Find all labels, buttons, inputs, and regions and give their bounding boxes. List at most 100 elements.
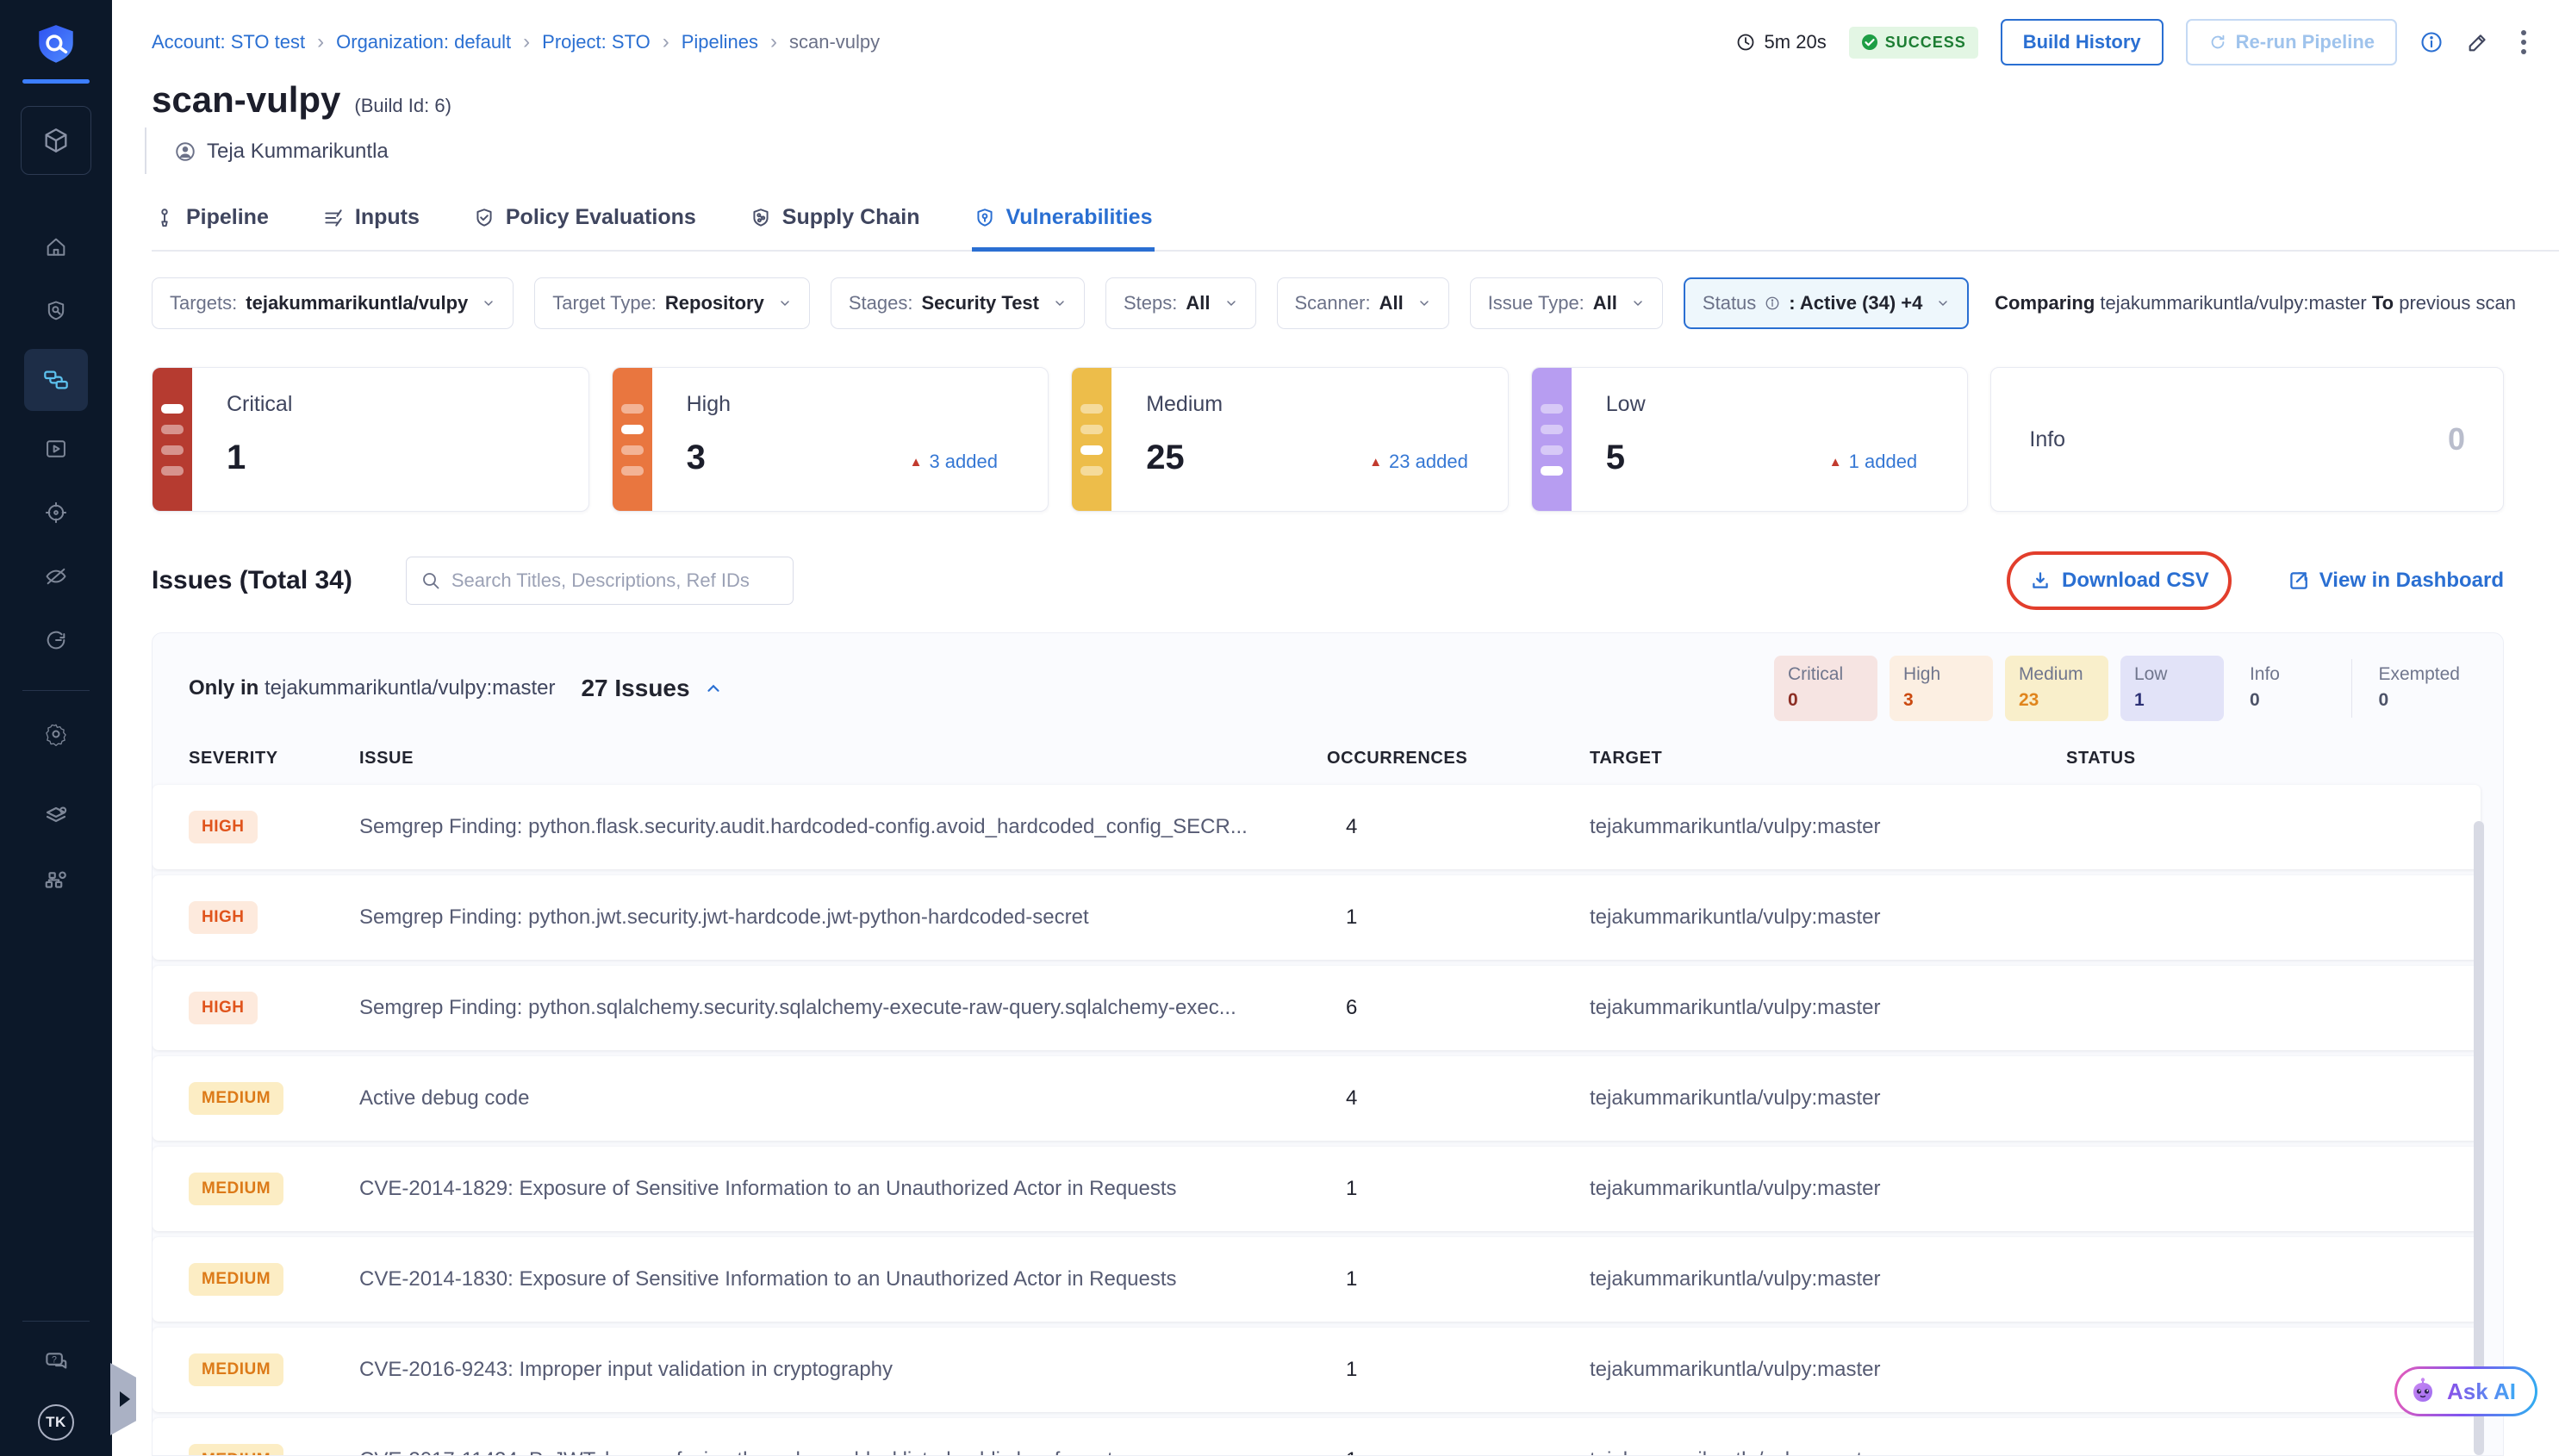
chevron-down-icon (1936, 296, 1950, 310)
tab-supply-chain[interactable]: Supply Chain (748, 193, 922, 252)
filter-value: All (1379, 292, 1404, 314)
filter-status[interactable]: Status : Active (34) +4 (1684, 277, 1969, 329)
issue-title: Semgrep Finding: python.flask.security.a… (359, 815, 1327, 839)
filter-target-type[interactable]: Target Type: Repository (534, 277, 810, 329)
triangle-up-icon: ▲ (1829, 455, 1842, 470)
table-row[interactable]: MEDIUM CVE-2017-11424: PyJWT: key confus… (153, 1418, 2481, 1456)
download-csv-label: Download CSV (2062, 569, 2209, 593)
filter-targets[interactable]: Targets: tejakummarikuntla/vulpy (152, 277, 514, 329)
sidebar-item-exemptions[interactable] (28, 552, 84, 600)
chip-high[interactable]: High 3 (1890, 656, 1993, 721)
severity-badge: MEDIUM (189, 1263, 283, 1296)
occurrences-value: 1 (1327, 1448, 1590, 1456)
sidebar-item-settings[interactable] (28, 710, 84, 758)
target-value: tejakummarikuntla/vulpy:master (1590, 905, 2066, 930)
added-indicator: ▲3 added (910, 451, 998, 473)
status-badge: SUCCESS (1849, 27, 1978, 59)
check-circle-icon (1861, 34, 1878, 51)
module-switcher[interactable] (21, 106, 91, 175)
trigger-author: Teja Kummarikuntla (207, 140, 389, 164)
sidebar-item-default-settings[interactable] (28, 793, 84, 841)
clock-icon (1735, 32, 1756, 53)
chip-exempted[interactable]: Exempted 0 (2364, 656, 2474, 721)
filter-label: Scanner: (1295, 292, 1371, 314)
filter-stages[interactable]: Stages: Security Test (831, 277, 1085, 329)
table-row[interactable]: MEDIUM Active debug code 4 tejakummariku… (153, 1056, 2481, 1141)
breadcrumb-organization[interactable]: Organization: default (336, 31, 511, 53)
harness-sto-logo[interactable] (22, 22, 90, 84)
org-chart-gear-icon (43, 868, 69, 893)
chip-critical[interactable]: Critical 0 (1774, 656, 1877, 721)
collapse-section-chevron[interactable] (704, 679, 723, 698)
user-avatar[interactable]: TK (38, 1404, 74, 1440)
breadcrumb-project[interactable]: Project: STO (542, 31, 651, 53)
page-title: scan-vulpy (152, 79, 340, 121)
sidebar-item-targets[interactable] (28, 488, 84, 537)
sidebar-item-test-targets[interactable] (28, 287, 84, 335)
breadcrumb-account[interactable]: Account: STO test (152, 31, 305, 53)
sidebar-item-governance[interactable] (28, 856, 84, 905)
sidebar-item-help[interactable]: ? (28, 1337, 84, 1385)
table-row[interactable]: HIGH Semgrep Finding: python.flask.secur… (153, 785, 2481, 869)
table-row[interactable]: MEDIUM CVE-2014-1829: Exposure of Sensit… (153, 1147, 2481, 1231)
info-icon[interactable] (2419, 30, 2444, 54)
filter-value: Security Test (921, 292, 1039, 314)
tab-inputs[interactable]: Inputs (321, 193, 421, 252)
tab-policy-evaluations[interactable]: Policy Evaluations (471, 193, 698, 252)
chip-low[interactable]: Low 1 (2120, 656, 2224, 721)
chip-value: 23 (2019, 690, 2095, 711)
issue-title: CVE-2014-1830: Exposure of Sensitive Inf… (359, 1267, 1327, 1291)
ask-ai-button[interactable]: Ask AI (2394, 1366, 2537, 1416)
issues-search[interactable] (406, 557, 794, 605)
tab-vulnerabilities[interactable]: Vulnerabilities (972, 193, 1155, 252)
sidebar-divider-bottom (22, 1321, 90, 1322)
card-value: 1 (227, 439, 246, 477)
eye-off-icon (44, 564, 68, 588)
table-row[interactable]: MEDIUM CVE-2016-9243: Improper input val… (153, 1328, 2481, 1412)
view-in-dashboard-button[interactable]: View in Dashboard (2287, 569, 2504, 593)
top-bar-actions: 5m 20s SUCCESS Build History Re-run Pipe… (1735, 19, 2535, 65)
sidebar-item-executions[interactable] (28, 425, 84, 473)
edit-pipeline-icon[interactable] (2466, 30, 2490, 54)
occurrences-value: 1 (1327, 1358, 1590, 1382)
severity-badge: MEDIUM (189, 1444, 283, 1456)
more-options-menu[interactable] (2512, 27, 2535, 58)
chevron-down-icon (1224, 296, 1238, 310)
download-csv-annotated: Download CSV (2007, 551, 2232, 610)
comparing-prefix: Comparing (1995, 292, 2095, 314)
severity-badge: HIGH (189, 901, 258, 934)
logo-accent-bar (22, 79, 90, 84)
tab-pipeline[interactable]: Pipeline (152, 193, 271, 252)
sidebar-item-pipelines[interactable] (24, 349, 88, 411)
filter-steps[interactable]: Steps: All (1105, 277, 1256, 329)
triangle-up-icon: ▲ (1369, 455, 1382, 470)
chip-divider (2351, 659, 2353, 718)
build-history-button[interactable]: Build History (2001, 19, 2164, 65)
filter-label: Issue Type: (1488, 292, 1585, 314)
search-input[interactable] (451, 569, 779, 592)
col-issue: ISSUE (359, 749, 1327, 768)
download-csv-button[interactable]: Download CSV (2029, 569, 2209, 593)
severity-chips: Critical 0 High 3 Medium 23 Low 1 (1774, 656, 2474, 721)
table-row[interactable]: MEDIUM CVE-2014-1830: Exposure of Sensit… (153, 1237, 2481, 1322)
card-value: 3 (687, 439, 706, 477)
rerun-pipeline-button[interactable]: Re-run Pipeline (2186, 19, 2397, 65)
issue-title: Semgrep Finding: python.jwt.security.jwt… (359, 905, 1327, 930)
status-text: SUCCESS (1885, 34, 1966, 52)
only-in-prefix: Only in (189, 676, 258, 700)
filter-scanner[interactable]: Scanner: All (1277, 277, 1449, 329)
table-row[interactable]: HIGH Semgrep Finding: python.sqlalchemy.… (153, 966, 2481, 1050)
chevron-down-icon (1053, 296, 1067, 310)
occurrences-value: 1 (1327, 1177, 1590, 1201)
sidebar-item-getting-started[interactable] (28, 616, 84, 664)
app-root: ? TK Account: STO test› Organization: de… (0, 0, 2559, 1456)
filter-issue-type[interactable]: Issue Type: All (1470, 277, 1663, 329)
chip-info[interactable]: Info 0 (2236, 656, 2339, 721)
table-row[interactable]: HIGH Semgrep Finding: python.jwt.securit… (153, 875, 2481, 960)
chip-medium[interactable]: Medium 23 (2005, 656, 2108, 721)
target-value: tejakummarikuntla/vulpy:master (1590, 1267, 2066, 1291)
breadcrumb-pipelines[interactable]: Pipelines (682, 31, 758, 53)
tab-label: Policy Evaluations (506, 205, 696, 230)
sidebar-item-home[interactable] (28, 223, 84, 271)
table-scrollbar[interactable] (2474, 821, 2484, 1455)
